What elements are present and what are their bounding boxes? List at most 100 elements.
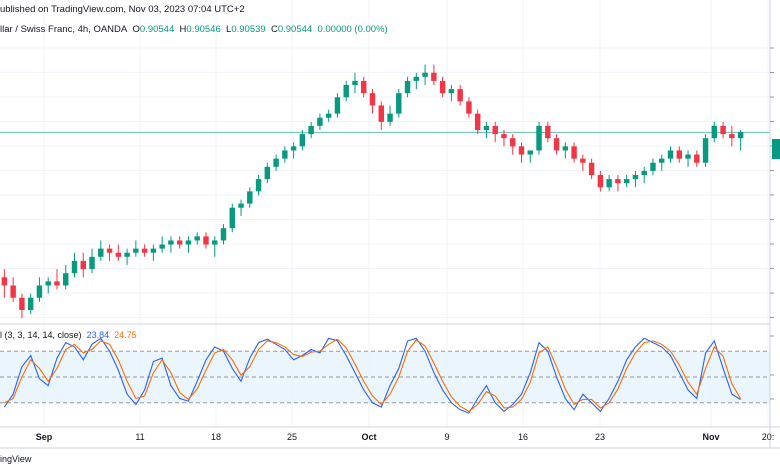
candle-body [527, 150, 533, 155]
candle-body [597, 175, 604, 188]
ohlc-high: H0.90546 [179, 24, 221, 35]
time-axis-label: 9 [444, 432, 449, 442]
candle-body [615, 179, 621, 184]
time-axis-label: 16 [518, 432, 528, 442]
candle-body [483, 125, 490, 130]
candle-body [501, 134, 507, 139]
candle-body [571, 146, 577, 159]
candle-body [422, 72, 428, 77]
time-axis-label: Sep [36, 432, 53, 442]
candle-body [63, 273, 69, 286]
time-axis-label: 23 [595, 432, 605, 442]
last-price-tag [772, 139, 780, 159]
candle-body [150, 248, 157, 253]
candle-body [308, 125, 314, 135]
candle-body [255, 179, 262, 192]
candle-body [334, 97, 341, 114]
ohlc-close: C0.90544 [270, 24, 313, 35]
candle-body [439, 80, 446, 94]
candle-body [1, 277, 8, 286]
candle-body [676, 150, 682, 159]
stoch-k-value: 23.84 [86, 330, 110, 340]
candle-body [54, 281, 60, 286]
stoch-d-value: 24.75 [114, 330, 137, 340]
candle-body [650, 162, 656, 171]
candle-body [10, 285, 16, 298]
stoch-legend: l (3, 3, 14, 14, close) 23.84 24.75 [0, 330, 137, 340]
candle-body [518, 146, 525, 155]
candle-body [194, 236, 200, 241]
ohlc-open: O0.90544 [132, 24, 175, 35]
candle-body [238, 203, 244, 208]
candle-body [27, 297, 34, 310]
candle-body [702, 138, 709, 163]
candle-body [71, 260, 78, 274]
time-axis-label: Nov [702, 432, 719, 442]
price-axis-ticks [770, 47, 774, 400]
candle-body [133, 248, 139, 253]
candle-body [667, 150, 674, 159]
candle-body [404, 80, 411, 94]
chart-canvas: Sep 11 18 25 Oct 9 16 23 Nov 20: [0, 0, 780, 449]
candle-body [264, 166, 271, 180]
time-axis-label: Oct [361, 432, 376, 442]
symbol-legend: llar / Swiss Franc, 4h, OANDA O0.90544 H… [0, 24, 388, 35]
candle-body [80, 260, 86, 270]
candle-body [317, 117, 323, 126]
candle-body [124, 252, 130, 257]
candle-body [185, 240, 192, 245]
candle-body [553, 138, 560, 151]
candle-body [325, 113, 332, 118]
candle-body [413, 76, 420, 81]
candle-body [159, 244, 165, 249]
candle-body [229, 207, 235, 229]
candle-body [632, 175, 639, 180]
candle-body [282, 150, 288, 159]
candle-body [378, 105, 384, 122]
candles [1, 64, 744, 319]
candle-body [711, 125, 718, 139]
price-change: 0.00000 (0.00%) [317, 24, 388, 35]
candle-body [343, 85, 349, 98]
candle-body [176, 240, 183, 245]
candle-body [737, 132, 744, 139]
candle-body [45, 281, 51, 286]
candle-body [168, 240, 174, 245]
candle-body [203, 236, 209, 245]
candle-body [98, 248, 104, 257]
candle-body [457, 89, 463, 102]
candle-body [387, 113, 393, 122]
candle-body [36, 285, 43, 298]
time-axis-labels: Sep 11 18 25 Oct 9 16 23 Nov 20: [36, 432, 775, 442]
time-axis-label: 11 [135, 432, 144, 442]
candle-body [141, 248, 148, 253]
published-text: ublished on TradingView.com, Nov 03, 202… [0, 4, 245, 15]
candle-body [369, 93, 376, 106]
candle-body [466, 101, 472, 114]
time-axis-label: 18 [211, 432, 221, 442]
time-axis-label: 20: [762, 432, 775, 442]
candle-body [510, 138, 516, 147]
candle-body [659, 158, 665, 163]
candle-body [212, 240, 218, 245]
candle-body [729, 134, 735, 139]
candle-body [273, 158, 279, 167]
candle-body [290, 146, 297, 151]
candle-body [606, 179, 612, 188]
candle-body [220, 228, 227, 241]
candle-body [685, 154, 691, 159]
candle-body [641, 170, 647, 175]
candle-body [720, 125, 726, 135]
candle-body [623, 179, 630, 184]
footer-brand: ingView [0, 454, 32, 464]
candle-body [247, 191, 253, 204]
symbol-name: llar / Swiss Franc, 4h, OANDA [0, 24, 128, 35]
candle-body [588, 162, 595, 175]
candle-body [694, 154, 700, 163]
candle-body [361, 80, 367, 94]
time-axis-label: 25 [287, 432, 297, 442]
candle-body [89, 256, 95, 270]
candle-body [19, 297, 25, 310]
candle-body [352, 80, 358, 85]
candle-body [492, 125, 498, 135]
